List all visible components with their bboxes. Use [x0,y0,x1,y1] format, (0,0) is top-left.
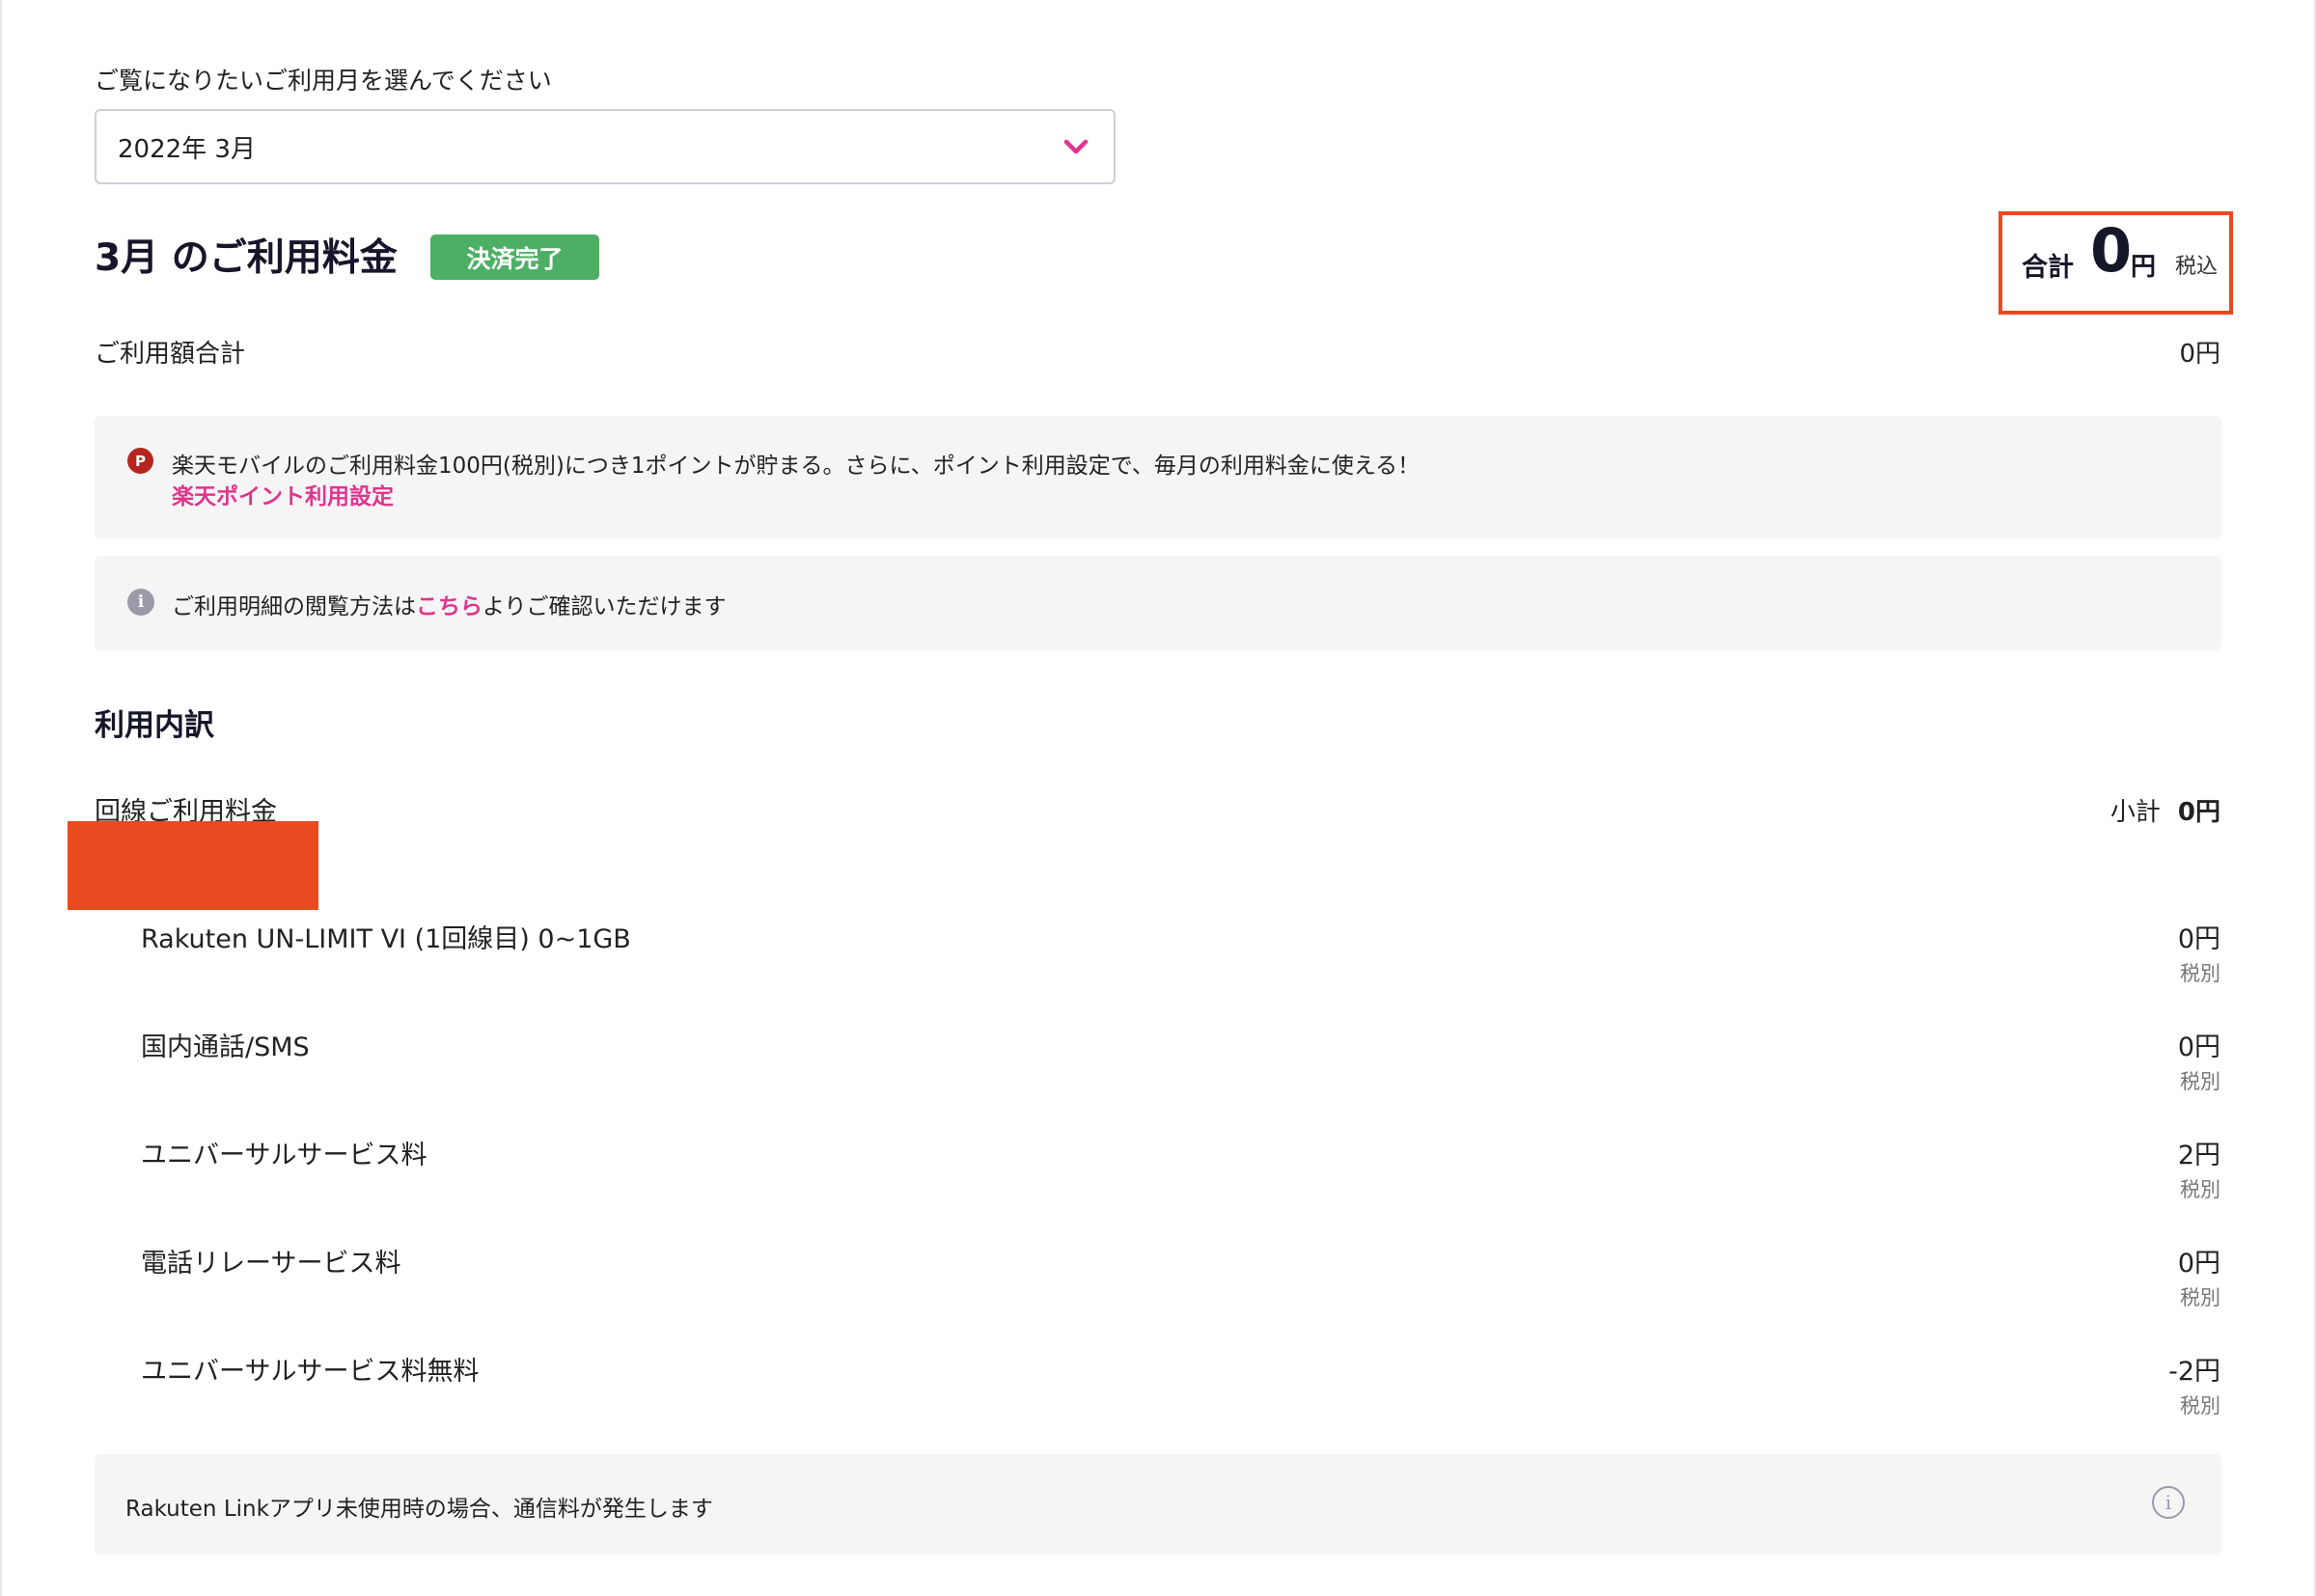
item-name: 国内通話/SMS [141,1032,310,1062]
item-tax-note: 税別 [2180,1070,2220,1093]
item-name: 電話リレーサービス料 [141,1249,401,1279]
subtotal-value: 0円 [2177,798,2220,827]
item-tax-note: 税別 [2180,1286,2220,1309]
subtotal-label: 小計 [2109,798,2161,827]
info-outline-icon[interactable]: i [2152,1486,2185,1519]
total-unit: 円 [2131,253,2157,282]
help-link[interactable]: こちら [416,594,482,619]
month-select-label: ご覧になりたいご利用月を選んでください [95,67,552,95]
subtotal: 小計 0円 [2110,792,2220,828]
total-tax-note: 税込 [2175,255,2219,279]
item-price: 0円 [2177,1249,2220,1279]
link-app-notice-text: Rakuten Linkアプリ未使用時の場合、通信料が発生します [125,1497,713,1522]
page-title: 3月 のご利用料金 [95,236,398,280]
item-price: 0円 [2177,924,2220,954]
help-prefix: ご利用明細の閲覧方法は [172,594,416,619]
total-amount: 0 [2090,215,2133,286]
info-icon: i [127,589,154,616]
points-notice-text: 楽天モバイルのご利用料金100円(税別)につき1ポイントが貯まる。さらに、ポイン… [172,454,1420,479]
total-label: 合計 [2022,253,2074,283]
item-tax-note: 税別 [2180,1394,2220,1417]
points-settings-link[interactable]: 楽天ポイント利用設定 [172,478,394,510]
item-price: 0円 [2177,1032,2220,1062]
redacted-area [68,821,318,910]
item-name: ユニバーサルサービス料 [141,1141,427,1170]
month-select[interactable]: 2022年 3月 [95,109,1116,184]
item-name: Rakuten UN-LIMIT VI (1回線目) 0~1GB [141,924,631,954]
chevron-down-icon [1063,139,1089,154]
usage-total-value: 0円 [2179,340,2220,369]
item-tax-note: 税別 [2180,1178,2220,1201]
item-name: ユニバーサルサービス料無料 [141,1357,480,1387]
help-suffix: よりご確認いただけます [482,594,727,619]
help-notice-text: ご利用明細の閲覧方法はこちらよりご確認いただけます [172,588,727,620]
left-border [0,0,2,1596]
item-price: 2円 [2177,1141,2220,1170]
item-price: -2円 [2168,1357,2220,1387]
usage-total-label: ご利用額合計 [95,340,246,369]
status-badge: 決済完了 [430,234,599,280]
breakdown-title: 利用内訳 [95,708,214,743]
month-select-value: 2022年 3月 [118,134,256,164]
item-tax-note: 税別 [2180,962,2220,985]
rakuten-point-icon: P [127,448,153,474]
